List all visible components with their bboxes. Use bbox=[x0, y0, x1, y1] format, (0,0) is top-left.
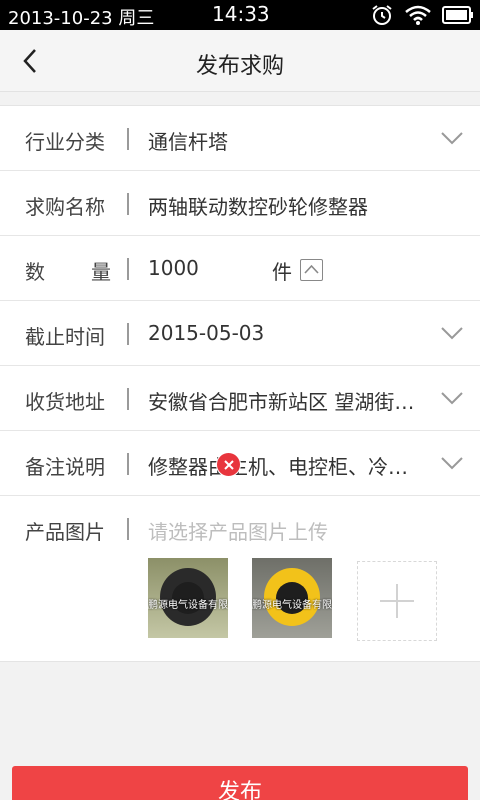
form-row-industry[interactable]: 行业分类 通信杆塔 bbox=[0, 106, 480, 171]
product-photo-1[interactable]: 鹏源电气设备有限公司 bbox=[148, 558, 228, 638]
notes-value[interactable]: 修整器由主机、电控柜、冷… bbox=[148, 451, 408, 480]
row-separator bbox=[127, 388, 129, 410]
row-label: 备注说明 bbox=[25, 455, 105, 479]
chevron-down-icon[interactable] bbox=[440, 126, 464, 150]
row-separator bbox=[127, 258, 129, 280]
add-photo-button[interactable] bbox=[357, 561, 437, 641]
page-title: 发布求购 bbox=[195, 54, 284, 79]
close-icon bbox=[223, 459, 234, 470]
row-separator bbox=[127, 518, 129, 540]
chevron-up-icon bbox=[304, 264, 319, 274]
product-photo-2[interactable]: 鹏源电气设备有限公司 bbox=[252, 558, 332, 638]
row-separator bbox=[127, 128, 129, 150]
alarm-icon bbox=[372, 5, 392, 25]
wifi-icon bbox=[405, 5, 431, 25]
form-row-address[interactable]: 收货地址 安徽省合肥市新站区 望湖街… bbox=[0, 366, 480, 431]
photo-caption: 鹏源电气设备有限公司 bbox=[252, 600, 332, 611]
form-row-quantity[interactable]: 数 量 1000 件 bbox=[0, 236, 480, 301]
plus-icon bbox=[380, 584, 414, 618]
row-separator bbox=[127, 323, 129, 345]
photo-caption: 鹏源电气设备有限公司 bbox=[148, 600, 228, 611]
unit-select-button[interactable] bbox=[300, 259, 323, 281]
quantity-field[interactable]: 1000 bbox=[148, 256, 199, 280]
chevron-down-icon[interactable] bbox=[440, 386, 464, 410]
status-date: 2013-10-23 周三 bbox=[8, 8, 155, 29]
row-label: 数 量 bbox=[25, 256, 111, 285]
unit-label: 件 bbox=[272, 260, 292, 284]
nav-bar: 发布求购 bbox=[0, 30, 480, 92]
row-label: 行业分类 bbox=[25, 130, 105, 154]
address-value[interactable]: 安徽省合肥市新站区 望湖街… bbox=[148, 386, 414, 415]
deadline-value[interactable]: 2015-05-03 bbox=[148, 321, 264, 345]
row-label: 产品图片 bbox=[25, 520, 105, 544]
battery-icon bbox=[442, 6, 473, 24]
remove-photo-button[interactable] bbox=[216, 452, 241, 477]
chevron-down-icon[interactable] bbox=[440, 451, 464, 475]
row-label: 收货地址 bbox=[25, 390, 105, 414]
row-label: 截止时间 bbox=[25, 325, 105, 349]
status-time: 14:33 bbox=[212, 2, 270, 26]
product-name-field[interactable]: 两轴联动数控砂轮修整器 bbox=[148, 191, 368, 220]
quantity-label-char: 数 bbox=[25, 260, 45, 284]
chevron-down-icon[interactable] bbox=[440, 321, 464, 345]
industry-value[interactable]: 通信杆塔 bbox=[148, 126, 228, 155]
status-bar: 2013-10-23 周三 14:33 bbox=[0, 0, 480, 30]
row-separator bbox=[127, 193, 129, 215]
row-label: 求购名称 bbox=[25, 195, 105, 219]
row-separator bbox=[127, 453, 129, 475]
form-row-deadline[interactable]: 截止时间 2015-05-03 bbox=[0, 301, 480, 366]
status-icons bbox=[370, 3, 474, 27]
submit-button[interactable]: 发布 bbox=[12, 766, 468, 800]
quantity-label-char: 量 bbox=[91, 260, 111, 284]
form-row-product-name[interactable]: 求购名称 两轴联动数控砂轮修整器 bbox=[0, 171, 480, 236]
photo-upload-placeholder: 请选择产品图片上传 bbox=[148, 520, 328, 544]
